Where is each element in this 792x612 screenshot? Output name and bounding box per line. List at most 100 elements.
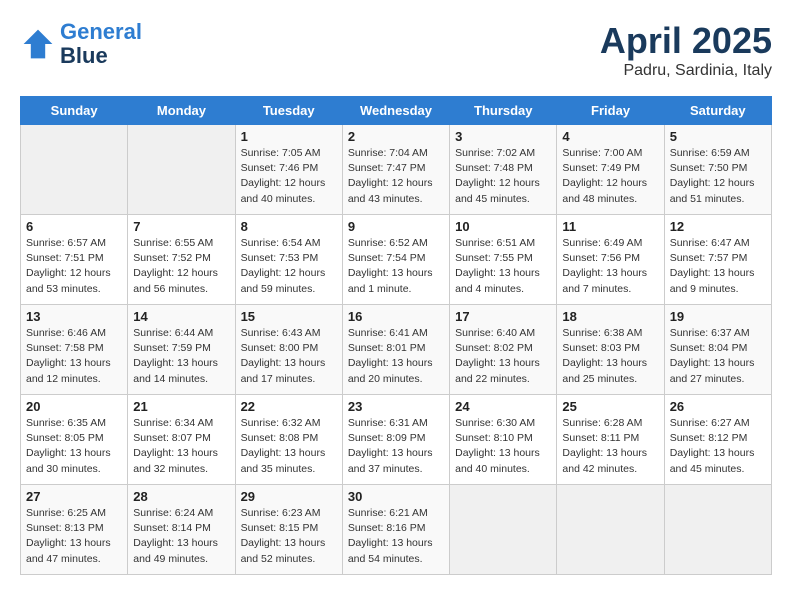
day-info: Sunrise: 6:46 AMSunset: 7:58 PMDaylight:…	[26, 326, 122, 387]
calendar-cell: 2 Sunrise: 7:04 AMSunset: 7:47 PMDaylight…	[342, 125, 449, 215]
day-number: 5	[670, 129, 766, 144]
calendar-table: SundayMondayTuesdayWednesdayThursdayFrid…	[20, 96, 772, 575]
title-block: April 2025 Padru, Sardinia, Italy	[600, 20, 772, 80]
calendar-cell: 28 Sunrise: 6:24 AMSunset: 8:14 PMDayligh…	[128, 485, 235, 575]
calendar-cell	[128, 125, 235, 215]
calendar-header: SundayMondayTuesdayWednesdayThursdayFrid…	[21, 97, 772, 125]
day-info: Sunrise: 6:54 AMSunset: 7:53 PMDaylight:…	[241, 236, 337, 297]
logo: General Blue	[20, 20, 142, 68]
calendar-cell: 19 Sunrise: 6:37 AMSunset: 8:04 PMDayligh…	[664, 305, 771, 395]
calendar-cell: 30 Sunrise: 6:21 AMSunset: 8:16 PMDayligh…	[342, 485, 449, 575]
day-info: Sunrise: 6:37 AMSunset: 8:04 PMDaylight:…	[670, 326, 766, 387]
day-info: Sunrise: 6:41 AMSunset: 8:01 PMDaylight:…	[348, 326, 444, 387]
calendar-cell	[21, 125, 128, 215]
day-number: 7	[133, 219, 229, 234]
calendar-cell: 5 Sunrise: 6:59 AMSunset: 7:50 PMDaylight…	[664, 125, 771, 215]
day-info: Sunrise: 6:44 AMSunset: 7:59 PMDaylight:…	[133, 326, 229, 387]
day-number: 26	[670, 399, 766, 414]
day-info: Sunrise: 6:59 AMSunset: 7:50 PMDaylight:…	[670, 146, 766, 207]
weekday-header-friday: Friday	[557, 97, 664, 125]
day-number: 2	[348, 129, 444, 144]
month-title: April 2025	[600, 20, 772, 62]
day-number: 21	[133, 399, 229, 414]
day-number: 15	[241, 309, 337, 324]
calendar-cell: 14 Sunrise: 6:44 AMSunset: 7:59 PMDayligh…	[128, 305, 235, 395]
calendar-week-row: 13 Sunrise: 6:46 AMSunset: 7:58 PMDayligh…	[21, 305, 772, 395]
day-info: Sunrise: 6:43 AMSunset: 8:00 PMDaylight:…	[241, 326, 337, 387]
calendar-cell: 29 Sunrise: 6:23 AMSunset: 8:15 PMDayligh…	[235, 485, 342, 575]
day-info: Sunrise: 6:27 AMSunset: 8:12 PMDaylight:…	[670, 416, 766, 477]
page-header: General Blue April 2025 Padru, Sardinia,…	[20, 20, 772, 80]
day-info: Sunrise: 6:57 AMSunset: 7:51 PMDaylight:…	[26, 236, 122, 297]
calendar-cell: 4Sunrise: 7:00 AMSunset: 7:49 PMDaylight…	[557, 125, 664, 215]
calendar-cell: 12 Sunrise: 6:47 AMSunset: 7:57 PMDayligh…	[664, 215, 771, 305]
calendar-cell: 20 Sunrise: 6:35 AMSunset: 8:05 PMDayligh…	[21, 395, 128, 485]
calendar-cell: 6Sunrise: 6:57 AMSunset: 7:51 PMDaylight…	[21, 215, 128, 305]
calendar-cell: 17 Sunrise: 6:40 AMSunset: 8:02 PMDayligh…	[450, 305, 557, 395]
day-number: 1	[241, 129, 337, 144]
day-number: 8	[241, 219, 337, 234]
day-number: 30	[348, 489, 444, 504]
calendar-cell	[557, 485, 664, 575]
day-info: Sunrise: 6:47 AMSunset: 7:57 PMDaylight:…	[670, 236, 766, 297]
day-info: Sunrise: 7:00 AMSunset: 7:49 PMDaylight:…	[562, 146, 658, 207]
weekday-header-tuesday: Tuesday	[235, 97, 342, 125]
calendar-week-row: 6Sunrise: 6:57 AMSunset: 7:51 PMDaylight…	[21, 215, 772, 305]
day-number: 18	[562, 309, 658, 324]
day-info: Sunrise: 6:24 AMSunset: 8:14 PMDaylight:…	[133, 506, 229, 567]
weekday-header-wednesday: Wednesday	[342, 97, 449, 125]
location-subtitle: Padru, Sardinia, Italy	[600, 62, 772, 80]
day-number: 9	[348, 219, 444, 234]
day-info: Sunrise: 7:05 AMSunset: 7:46 PMDaylight:…	[241, 146, 337, 207]
calendar-cell: 15 Sunrise: 6:43 AMSunset: 8:00 PMDayligh…	[235, 305, 342, 395]
calendar-cell: 13 Sunrise: 6:46 AMSunset: 7:58 PMDayligh…	[21, 305, 128, 395]
calendar-cell: 9 Sunrise: 6:52 AMSunset: 7:54 PMDaylight…	[342, 215, 449, 305]
weekday-header-thursday: Thursday	[450, 97, 557, 125]
calendar-cell	[450, 485, 557, 575]
calendar-cell: 24Sunrise: 6:30 AMSunset: 8:10 PMDayligh…	[450, 395, 557, 485]
day-info: Sunrise: 6:21 AMSunset: 8:16 PMDaylight:…	[348, 506, 444, 567]
day-number: 20	[26, 399, 122, 414]
day-info: Sunrise: 6:38 AMSunset: 8:03 PMDaylight:…	[562, 326, 658, 387]
day-number: 22	[241, 399, 337, 414]
calendar-cell: 18 Sunrise: 6:38 AMSunset: 8:03 PMDayligh…	[557, 305, 664, 395]
calendar-cell: 16Sunrise: 6:41 AMSunset: 8:01 PMDayligh…	[342, 305, 449, 395]
calendar-week-row: 20 Sunrise: 6:35 AMSunset: 8:05 PMDayligh…	[21, 395, 772, 485]
day-number: 14	[133, 309, 229, 324]
weekday-header-sunday: Sunday	[21, 97, 128, 125]
day-info: Sunrise: 7:04 AMSunset: 7:47 PMDaylight:…	[348, 146, 444, 207]
day-info: Sunrise: 6:52 AMSunset: 7:54 PMDaylight:…	[348, 236, 444, 297]
calendar-cell: 10Sunrise: 6:51 AMSunset: 7:55 PMDayligh…	[450, 215, 557, 305]
day-number: 13	[26, 309, 122, 324]
day-info: Sunrise: 6:28 AMSunset: 8:11 PMDaylight:…	[562, 416, 658, 477]
day-number: 17	[455, 309, 551, 324]
day-number: 23	[348, 399, 444, 414]
day-number: 29	[241, 489, 337, 504]
day-info: Sunrise: 6:35 AMSunset: 8:05 PMDaylight:…	[26, 416, 122, 477]
day-number: 19	[670, 309, 766, 324]
day-info: Sunrise: 6:23 AMSunset: 8:15 PMDaylight:…	[241, 506, 337, 567]
day-info: Sunrise: 6:40 AMSunset: 8:02 PMDaylight:…	[455, 326, 551, 387]
calendar-cell: 1 Sunrise: 7:05 AMSunset: 7:46 PMDaylight…	[235, 125, 342, 215]
day-number: 3	[455, 129, 551, 144]
day-info: Sunrise: 6:49 AMSunset: 7:56 PMDaylight:…	[562, 236, 658, 297]
weekday-header-saturday: Saturday	[664, 97, 771, 125]
calendar-cell: 25Sunrise: 6:28 AMSunset: 8:11 PMDayligh…	[557, 395, 664, 485]
day-number: 12	[670, 219, 766, 234]
weekday-header-monday: Monday	[128, 97, 235, 125]
calendar-cell: 11Sunrise: 6:49 AMSunset: 7:56 PMDayligh…	[557, 215, 664, 305]
calendar-cell: 22 Sunrise: 6:32 AMSunset: 8:08 PMDayligh…	[235, 395, 342, 485]
calendar-week-row: 27Sunrise: 6:25 AMSunset: 8:13 PMDayligh…	[21, 485, 772, 575]
calendar-cell: 8 Sunrise: 6:54 AMSunset: 7:53 PMDaylight…	[235, 215, 342, 305]
day-info: Sunrise: 6:55 AMSunset: 7:52 PMDaylight:…	[133, 236, 229, 297]
calendar-cell: 3 Sunrise: 7:02 AMSunset: 7:48 PMDaylight…	[450, 125, 557, 215]
day-info: Sunrise: 6:32 AMSunset: 8:08 PMDaylight:…	[241, 416, 337, 477]
calendar-cell: 26 Sunrise: 6:27 AMSunset: 8:12 PMDayligh…	[664, 395, 771, 485]
day-number: 28	[133, 489, 229, 504]
logo-text: General Blue	[60, 20, 142, 68]
calendar-cell: 21Sunrise: 6:34 AMSunset: 8:07 PMDayligh…	[128, 395, 235, 485]
day-info: Sunrise: 6:51 AMSunset: 7:55 PMDaylight:…	[455, 236, 551, 297]
calendar-cell: 27Sunrise: 6:25 AMSunset: 8:13 PMDayligh…	[21, 485, 128, 575]
calendar-body: 1 Sunrise: 7:05 AMSunset: 7:46 PMDaylight…	[21, 125, 772, 575]
day-info: Sunrise: 7:02 AMSunset: 7:48 PMDaylight:…	[455, 146, 551, 207]
